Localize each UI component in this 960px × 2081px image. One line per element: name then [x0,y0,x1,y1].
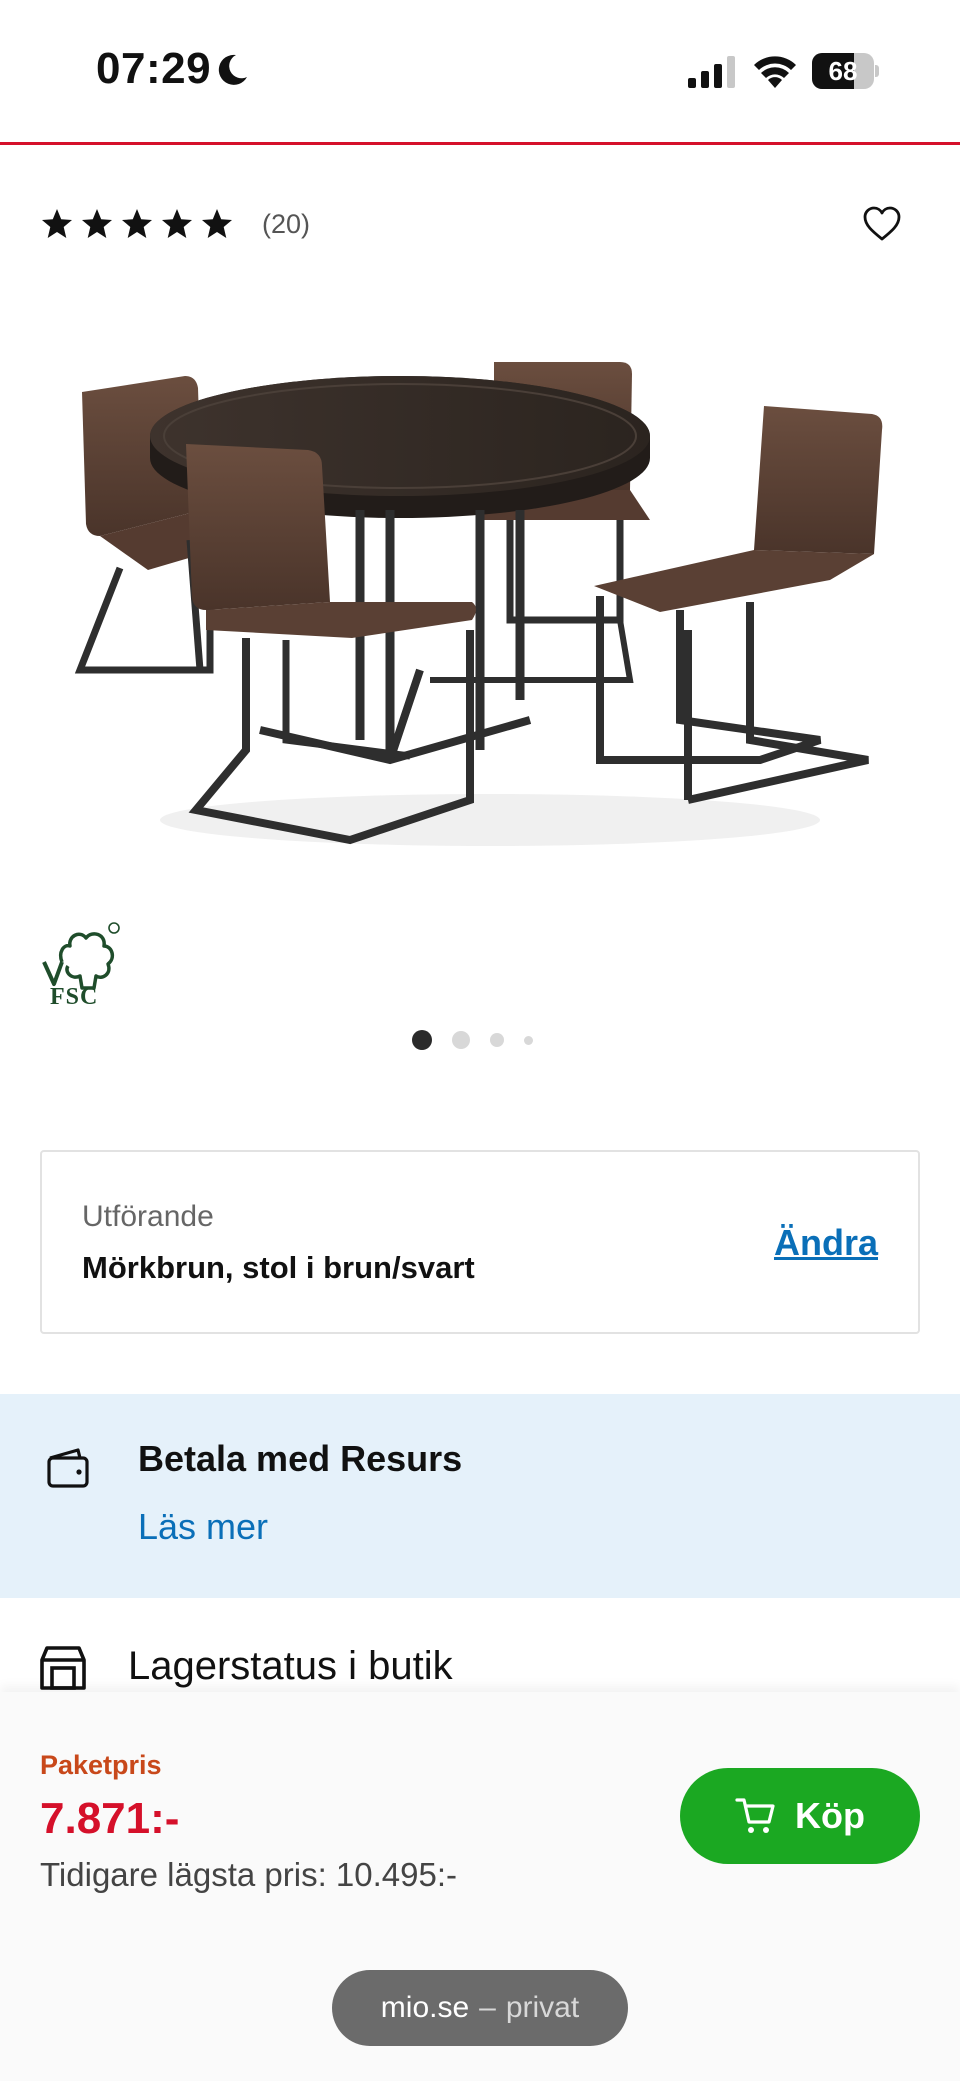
pager-dot[interactable] [412,1030,432,1050]
wallet-icon [47,1448,89,1488]
url-domain: mio.se [380,1991,470,2024]
read-more-link[interactable]: Läs mer [138,1506,268,1548]
image-pager[interactable] [412,1030,553,1050]
variant-label: Utförande [82,1200,214,1233]
star-icon [162,209,192,238]
status-time: 07:29 [96,44,212,93]
previous-lowest-price: Tidigare lägsta pris: 10.495:- [40,1856,457,1893]
private-mode-label: privat [505,1991,580,2024]
star-icon [202,209,232,238]
buy-label[interactable]: Köp [795,1795,865,1837]
star-icon [42,209,72,238]
package-price-label: Paketpris [40,1750,162,1780]
store-stock-label[interactable]: Lagerstatus i butik [128,1644,453,1689]
url-separator: – [479,1991,496,2024]
status-bar: 07:29 68 [0,0,960,140]
star-icon [122,209,152,238]
heart-icon[interactable] [862,204,902,244]
cart-icon [735,1798,775,1833]
battery-percent: 68 [828,56,858,86]
rating[interactable]: (20) [40,204,310,244]
change-variant-link[interactable]: Ändra [774,1222,878,1264]
pager-dot[interactable] [452,1031,470,1049]
battery-icon: 68 [812,53,879,89]
payment-title: Betala med Resurs [138,1438,463,1479]
payment-info: Betala med Resurs Läs mer [0,1394,960,1598]
store-stock-row[interactable]: Lagerstatus i butik [0,1630,960,1690]
product-image[interactable] [60,340,900,860]
moon-icon [218,54,247,85]
star-icon [82,209,112,238]
variant-selector[interactable]: Utförande Mörkbrun, stol i brun/svart Än… [40,1150,920,1334]
wifi-icon [754,56,796,88]
store-icon [40,1646,86,1690]
variant-value: Mörkbrun, stol i brun/svart [82,1250,475,1285]
fsc-label: FSC [50,984,99,1010]
cellular-signal-icon [688,56,735,88]
pager-dot[interactable] [490,1033,504,1047]
price: 7.871:- [40,1794,180,1843]
buy-button[interactable]: Köp [680,1768,920,1864]
pager-dot[interactable] [524,1035,533,1045]
header-divider [0,142,960,145]
review-count[interactable]: (20) [262,209,310,240]
browser-address-pill[interactable]: mio.se – privat [332,1970,628,2046]
